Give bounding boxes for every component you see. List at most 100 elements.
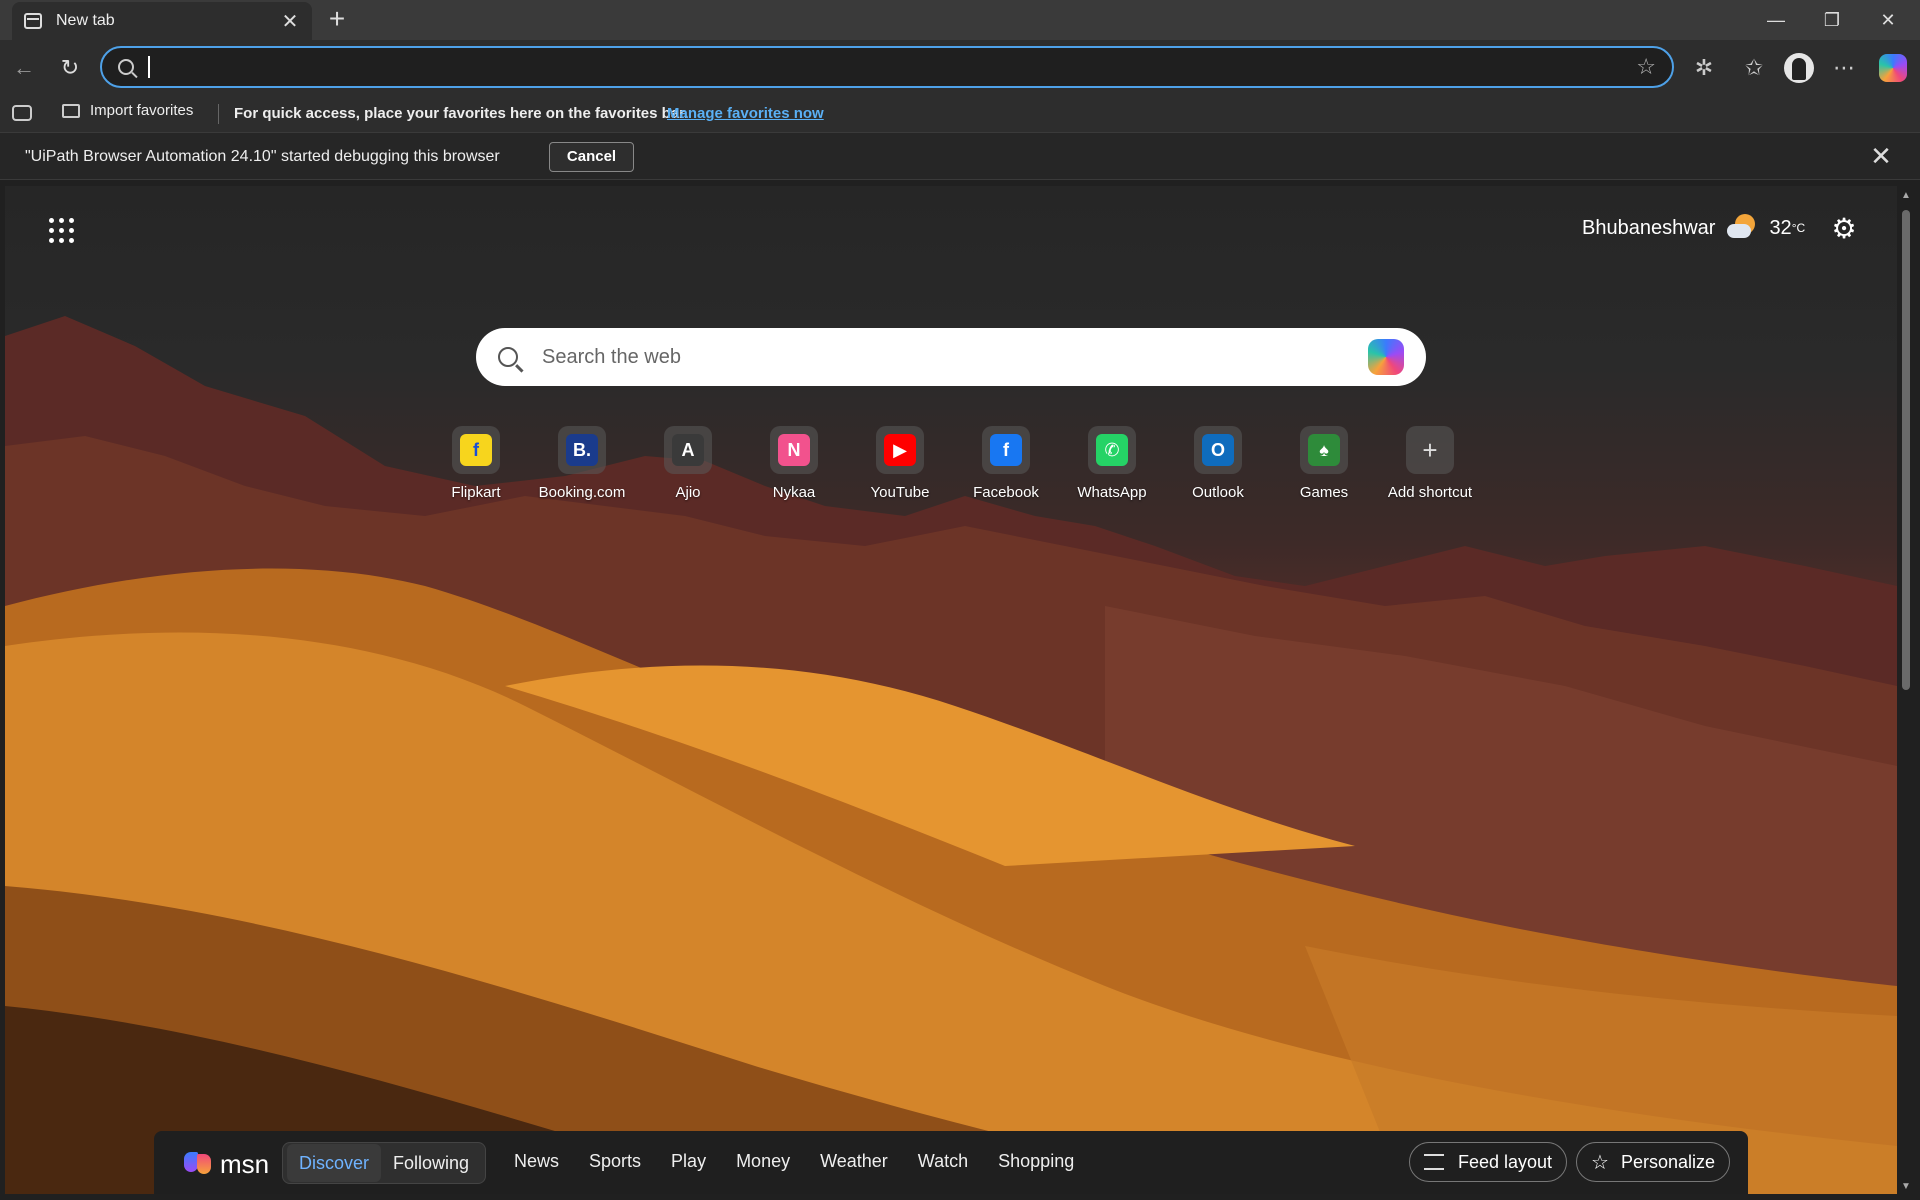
cancel-button[interactable]: Cancel	[549, 142, 634, 172]
star-icon[interactable]: ☆	[1636, 54, 1656, 80]
address-bar[interactable]: ☆	[100, 46, 1674, 88]
shortcut-tile: ▶	[876, 426, 924, 474]
plus-icon: +	[1422, 434, 1438, 465]
shortcut-plus[interactable]: + Add shortcut	[1377, 426, 1483, 501]
manage-favorites-link[interactable]: Manage favorites now	[667, 105, 824, 122]
nav-shopping[interactable]: Shopping	[998, 1151, 1074, 1172]
msn-butterfly-icon	[184, 1151, 214, 1178]
favorites-bar-toggle-icon[interactable]	[12, 105, 32, 121]
tab-following[interactable]: Following	[381, 1144, 481, 1182]
shortcut-tile: f	[982, 426, 1030, 474]
shortcut-tile: ♠	[1300, 426, 1348, 474]
nav-sports[interactable]: Sports	[589, 1151, 641, 1172]
close-icon[interactable]: ✕	[280, 9, 300, 34]
tab-new-tab[interactable]: New tab ✕	[12, 2, 312, 40]
tab-discover[interactable]: Discover	[287, 1144, 382, 1182]
search-icon	[498, 347, 518, 367]
weather-unit: °C	[1791, 221, 1806, 235]
copilot-icon[interactable]	[1368, 339, 1404, 375]
import-favorites-label: Import favorites	[90, 102, 194, 119]
scrollbar-thumb[interactable]	[1902, 210, 1910, 690]
personalize-button[interactable]: ☆ Personalize	[1576, 1142, 1730, 1182]
copilot-icon[interactable]	[1879, 54, 1907, 82]
msn-logo[interactable]: msn	[184, 1149, 269, 1180]
booking-icon: B.	[566, 434, 598, 466]
shortcut-label: Nykaa	[772, 484, 816, 501]
partly-cloudy-icon	[1727, 214, 1757, 242]
window-close-button[interactable]: ✕	[1860, 0, 1916, 40]
shortcut-ajio[interactable]: A Ajio	[635, 426, 741, 501]
profile-avatar[interactable]	[1784, 53, 1814, 83]
shortcut-tile: ✆	[1088, 426, 1136, 474]
favorites-icon[interactable]: ✩	[1736, 50, 1772, 86]
shortcut-label: Games	[1299, 484, 1349, 501]
flipkart-icon: f	[460, 434, 492, 466]
nav-play[interactable]: Play	[671, 1151, 706, 1172]
more-icon[interactable]: ⋯	[1826, 50, 1862, 86]
shortcut-outlook[interactable]: O Outlook	[1165, 426, 1271, 501]
new-tab-page: Bhubaneshwar 32 °C ⚙ f Flipkart B. Booking.…	[5, 186, 1897, 1194]
facebook-icon: f	[990, 434, 1022, 466]
shortcut-games[interactable]: ♠ Games	[1271, 426, 1377, 501]
sparkle-star-icon: ☆	[1591, 1151, 1609, 1174]
shortcut-tile: f	[452, 426, 500, 474]
favorites-bar: Import favorites For quick access, place…	[0, 96, 1920, 132]
shortcut-tile: N	[770, 426, 818, 474]
shortcut-label: YouTube	[870, 484, 930, 501]
feed-layout-label: Feed layout	[1458, 1151, 1553, 1172]
minimize-button[interactable]: —	[1748, 0, 1804, 40]
nykaa-icon: N	[778, 434, 810, 466]
close-icon[interactable]: ✕	[1868, 143, 1894, 169]
web-search-box[interactable]	[476, 328, 1426, 386]
shortcut-label: WhatsApp	[1077, 484, 1147, 501]
scroll-down-icon[interactable]: ▼	[1901, 1181, 1911, 1192]
import-icon	[62, 103, 80, 118]
shortcuts-row: f Flipkart B. Booking.com A Ajio N Nykaa ▶ YouTub…	[423, 426, 1483, 501]
scroll-up-icon[interactable]: ▲	[1901, 190, 1911, 201]
divider	[218, 104, 219, 124]
shortcut-facebook[interactable]: f Facebook	[953, 426, 1059, 501]
ajio-icon: A	[672, 434, 704, 466]
shortcut-label: Booking.com	[538, 484, 626, 501]
nav-news[interactable]: News	[514, 1151, 559, 1172]
whatsapp-icon: ✆	[1096, 434, 1128, 466]
msn-logo-text: msn	[220, 1149, 270, 1179]
shortcut-nykaa[interactable]: N Nykaa	[741, 426, 847, 501]
outlook-icon: O	[1202, 434, 1234, 466]
weather-city: Bhubaneshwar	[1582, 216, 1716, 239]
games-icon: ♠	[1308, 434, 1340, 466]
shortcut-label: Facebook	[973, 484, 1039, 501]
shortcut-label: Ajio	[675, 484, 701, 501]
shortcut-label: Add shortcut	[1387, 484, 1473, 501]
new-tab-button[interactable]: +	[322, 4, 352, 34]
weather-widget[interactable]: Bhubaneshwar 32 °C	[1582, 214, 1805, 242]
shortcut-flipkart[interactable]: f Flipkart	[423, 426, 529, 501]
extensions-icon[interactable]: ✲	[1686, 50, 1722, 86]
personalize-label: Personalize	[1620, 1151, 1715, 1172]
shortcut-booking[interactable]: B. Booking.com	[529, 426, 635, 501]
back-button[interactable]: ←	[6, 50, 42, 86]
search-input[interactable]	[542, 345, 1368, 369]
apps-launcher-button[interactable]	[45, 214, 77, 246]
address-input[interactable]	[148, 56, 1637, 78]
nav-weather[interactable]: Weather	[820, 1151, 888, 1172]
restore-button[interactable]: ❐	[1804, 0, 1860, 40]
gear-icon[interactable]: ⚙	[1828, 213, 1860, 245]
shortcut-youtube[interactable]: ▶ YouTube	[847, 426, 953, 501]
shortcut-tile: A	[664, 426, 712, 474]
refresh-button[interactable]: ↻	[52, 50, 88, 86]
title-bar: New tab ✕ + — ❐ ✕	[0, 0, 1920, 40]
favorites-message: For quick access, place your favorites h…	[234, 105, 689, 122]
shortcut-label: Flipkart	[451, 484, 501, 501]
youtube-icon: ▶	[884, 434, 916, 466]
sliders-icon	[1424, 1154, 1444, 1170]
feed-layout-button[interactable]: Feed layout	[1409, 1142, 1568, 1182]
search-icon	[118, 59, 134, 75]
page-scrollbar[interactable]: ▲ ▼	[1899, 186, 1913, 1194]
weather-temperature: 32	[1769, 216, 1792, 239]
shortcut-tile: B.	[558, 426, 606, 474]
import-favorites-button[interactable]: Import favorites	[62, 102, 193, 119]
shortcut-whatsapp[interactable]: ✆ WhatsApp	[1059, 426, 1165, 501]
nav-watch[interactable]: Watch	[918, 1151, 968, 1172]
nav-money[interactable]: Money	[736, 1151, 790, 1172]
